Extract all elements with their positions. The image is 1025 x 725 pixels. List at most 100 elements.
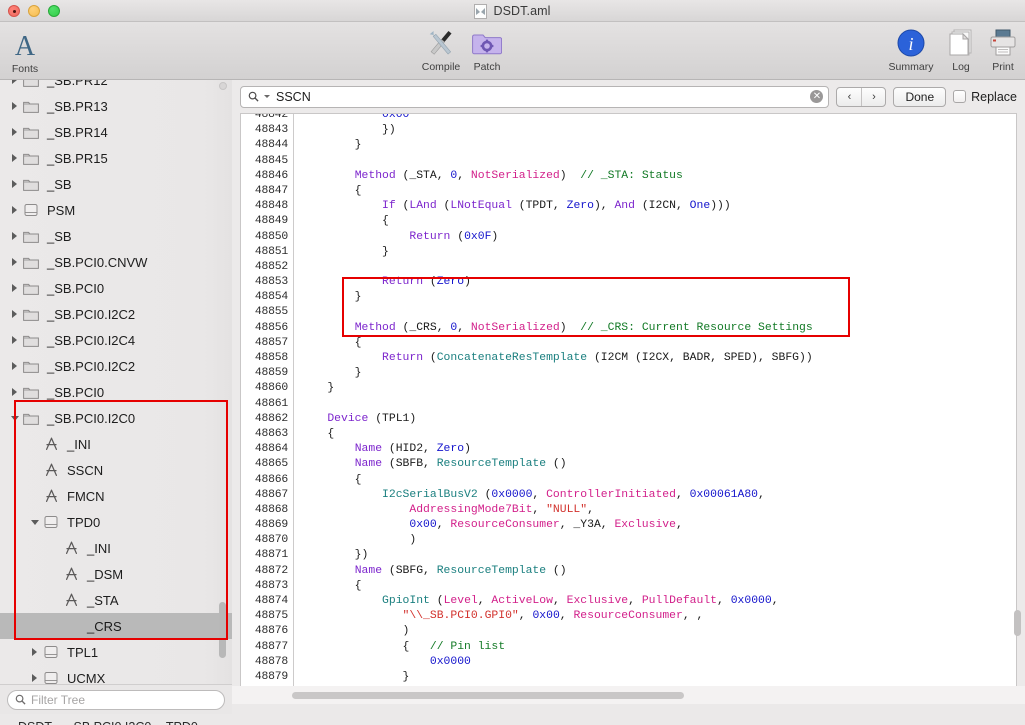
tree-item-sb[interactable]: _SB	[0, 171, 232, 197]
code-text[interactable]: Return (ConcatenateResTemplate (I2CM (I2…	[294, 351, 813, 366]
code-text[interactable]: }	[294, 366, 362, 381]
search-input[interactable]	[276, 89, 807, 104]
code-line[interactable]: 48875 "\\_SB.PCI0.GPI0", 0x00, ResourceC…	[241, 609, 1016, 624]
code-line[interactable]: 48866 {	[241, 473, 1016, 488]
disclosure-closed-icon[interactable]	[8, 379, 21, 405]
code-text[interactable]: "\\_SB.PCI0.GPI0", 0x00, ResourceConsume…	[294, 609, 704, 624]
code-line[interactable]: 48843 })	[241, 123, 1016, 138]
code-text[interactable]: }	[294, 381, 334, 396]
disclosure-closed-icon[interactable]	[8, 93, 21, 119]
disclosure-closed-icon[interactable]	[8, 275, 21, 301]
code-line[interactable]: 48874 GpioInt (Level, ActiveLow, Exclusi…	[241, 594, 1016, 609]
code-line[interactable]: 48857 {	[241, 336, 1016, 351]
filter-tree-box[interactable]	[7, 689, 225, 710]
tree-item-ucmx[interactable]: UCMX	[0, 665, 232, 684]
code-text[interactable]: If (LAnd (LNotEqual (TPDT, Zero), And (I…	[294, 199, 731, 214]
disclosure-closed-icon[interactable]	[28, 639, 41, 665]
code-line[interactable]: 48853 Return (Zero)	[241, 275, 1016, 290]
code-line[interactable]: 48868 AddressingMode7Bit, "NULL",	[241, 503, 1016, 518]
code-text[interactable]: {	[294, 579, 362, 594]
code-line[interactable]: 48862 Device (TPL1)	[241, 412, 1016, 427]
code-line[interactable]: 48871 })	[241, 548, 1016, 563]
disclosure-closed-icon[interactable]	[8, 80, 21, 93]
code-text[interactable]: 0x00, ResourceConsumer, _Y3A, Exclusive,	[294, 518, 682, 533]
code-text[interactable]: {	[294, 214, 389, 229]
clear-search-icon[interactable]: ✕	[810, 90, 824, 103]
tree-item-sb-pci0-i2c2[interactable]: _SB.PCI0.I2C2	[0, 353, 232, 379]
code-line[interactable]: 48860 }	[241, 381, 1016, 396]
editor-vertical-scrollbar-thumb[interactable]	[1014, 610, 1021, 636]
code-text[interactable]: {	[294, 473, 362, 488]
code-line[interactable]: 48848 If (LAnd (LNotEqual (TPDT, Zero), …	[241, 199, 1016, 214]
tree-item-sb-pci0-i2c2[interactable]: _SB.PCI0.I2C2	[0, 301, 232, 327]
code-line[interactable]: 48854 }	[241, 290, 1016, 305]
code-text[interactable]: }	[294, 670, 410, 685]
tree-item-tpd0[interactable]: TPD0	[0, 509, 232, 535]
disclosure-closed-icon[interactable]	[8, 223, 21, 249]
code-text[interactable]: }	[294, 138, 362, 153]
code-editor[interactable]: 48842 0x00 48843 }) 48844 } 48845 48846 Meth…	[240, 113, 1017, 687]
tree-item-sb-pr13[interactable]: _SB.PR13	[0, 93, 232, 119]
disclosure-closed-icon[interactable]	[8, 119, 21, 145]
tree-item-crs[interactable]: _CRS	[0, 613, 232, 639]
tree-item-sb-pr12[interactable]: _SB.PR12	[0, 80, 232, 93]
code-line[interactable]: 48844 }	[241, 138, 1016, 153]
done-button[interactable]: Done	[893, 86, 947, 107]
code-text[interactable]: Device (TPL1)	[294, 412, 416, 427]
code-line[interactable]: 48847 {	[241, 184, 1016, 199]
breadcrumb-part[interactable]: DSDT	[18, 720, 52, 725]
disclosure-closed-icon[interactable]	[8, 301, 21, 327]
code-line[interactable]: 48873 {	[241, 579, 1016, 594]
breadcrumb-part[interactable]: _SB.PCI0.I2C0	[67, 720, 152, 725]
code-line[interactable]: 48865 Name (SBFB, ResourceTemplate ()	[241, 457, 1016, 472]
tree-item-dsm[interactable]: _DSM	[0, 561, 232, 587]
editor-horizontal-scrollbar-thumb[interactable]	[292, 692, 684, 699]
tree-item-sb-pci0-cnvw[interactable]: _SB.PCI0.CNVW	[0, 249, 232, 275]
code-text[interactable]: GpioInt (Level, ActiveLow, Exclusive, Pu…	[294, 594, 779, 609]
tree-item-sb-pci0-i2c4[interactable]: _SB.PCI0.I2C4	[0, 327, 232, 353]
tree-item-ini[interactable]: _INI	[0, 431, 232, 457]
code-text[interactable]: Method (_CRS, 0, NotSerialized) // _CRS:…	[294, 321, 813, 336]
breadcrumb-part[interactable]: TPD0	[166, 720, 198, 725]
code-text[interactable]: }	[294, 245, 389, 260]
tree-item-sb-pr14[interactable]: _SB.PR14	[0, 119, 232, 145]
tree-item-tpl1[interactable]: TPL1	[0, 639, 232, 665]
disclosure-closed-icon[interactable]	[8, 171, 21, 197]
editor-vertical-scrollbar-track[interactable]	[1012, 113, 1023, 687]
disclosure-closed-icon[interactable]	[8, 197, 21, 223]
code-line[interactable]: 48863 {	[241, 427, 1016, 442]
search-field[interactable]: ✕	[240, 85, 830, 108]
tree-item-sscn[interactable]: SSCN	[0, 457, 232, 483]
code-line[interactable]: 48877 { // Pin list	[241, 640, 1016, 655]
tree-item-sb-pci0[interactable]: _SB.PCI0	[0, 275, 232, 301]
tree-item-sta[interactable]: _STA	[0, 587, 232, 613]
code-text[interactable]: Return (Zero)	[294, 275, 471, 290]
code-text[interactable]: Name (HID2, Zero)	[294, 442, 471, 457]
find-next-button[interactable]: ›	[861, 87, 885, 106]
code-line[interactable]: 48845	[241, 154, 1016, 169]
code-text[interactable]: Name (SBFG, ResourceTemplate ()	[294, 564, 567, 579]
find-previous-button[interactable]: ‹	[837, 88, 861, 106]
code-line[interactable]: 48852	[241, 260, 1016, 275]
code-line[interactable]: 48858 Return (ConcatenateResTemplate (I2…	[241, 351, 1016, 366]
code-line[interactable]: 48861	[241, 397, 1016, 412]
sidebar-scrollbar-track[interactable]	[218, 80, 227, 684]
replace-checkbox[interactable]	[953, 90, 967, 103]
code-text[interactable]: Return (0x0F)	[294, 230, 498, 245]
code-line[interactable]: 48851 }	[241, 245, 1016, 260]
disclosure-closed-icon[interactable]	[8, 327, 21, 353]
print-button[interactable]: Print	[975, 26, 1025, 73]
code-text[interactable]: })	[294, 548, 369, 563]
tree-item-sb-pci0-i2c0[interactable]: _SB.PCI0.I2C0	[0, 405, 232, 431]
code-line[interactable]: 48879 }	[241, 670, 1016, 685]
code-text[interactable]: }	[294, 290, 362, 305]
code-line[interactable]: 48849 {	[241, 214, 1016, 229]
tree-item-sb[interactable]: _SB	[0, 223, 232, 249]
code-text[interactable]: {	[294, 336, 362, 351]
code-text[interactable]: })	[294, 123, 396, 138]
filter-tree-input[interactable]	[31, 692, 217, 707]
code-text[interactable]: Name (SBFB, ResourceTemplate ()	[294, 457, 567, 472]
code-text[interactable]: AddressingMode7Bit, "NULL",	[294, 503, 594, 518]
tree-item-fmcn[interactable]: FMCN	[0, 483, 232, 509]
code-line[interactable]: 48842 0x00	[241, 114, 1016, 123]
